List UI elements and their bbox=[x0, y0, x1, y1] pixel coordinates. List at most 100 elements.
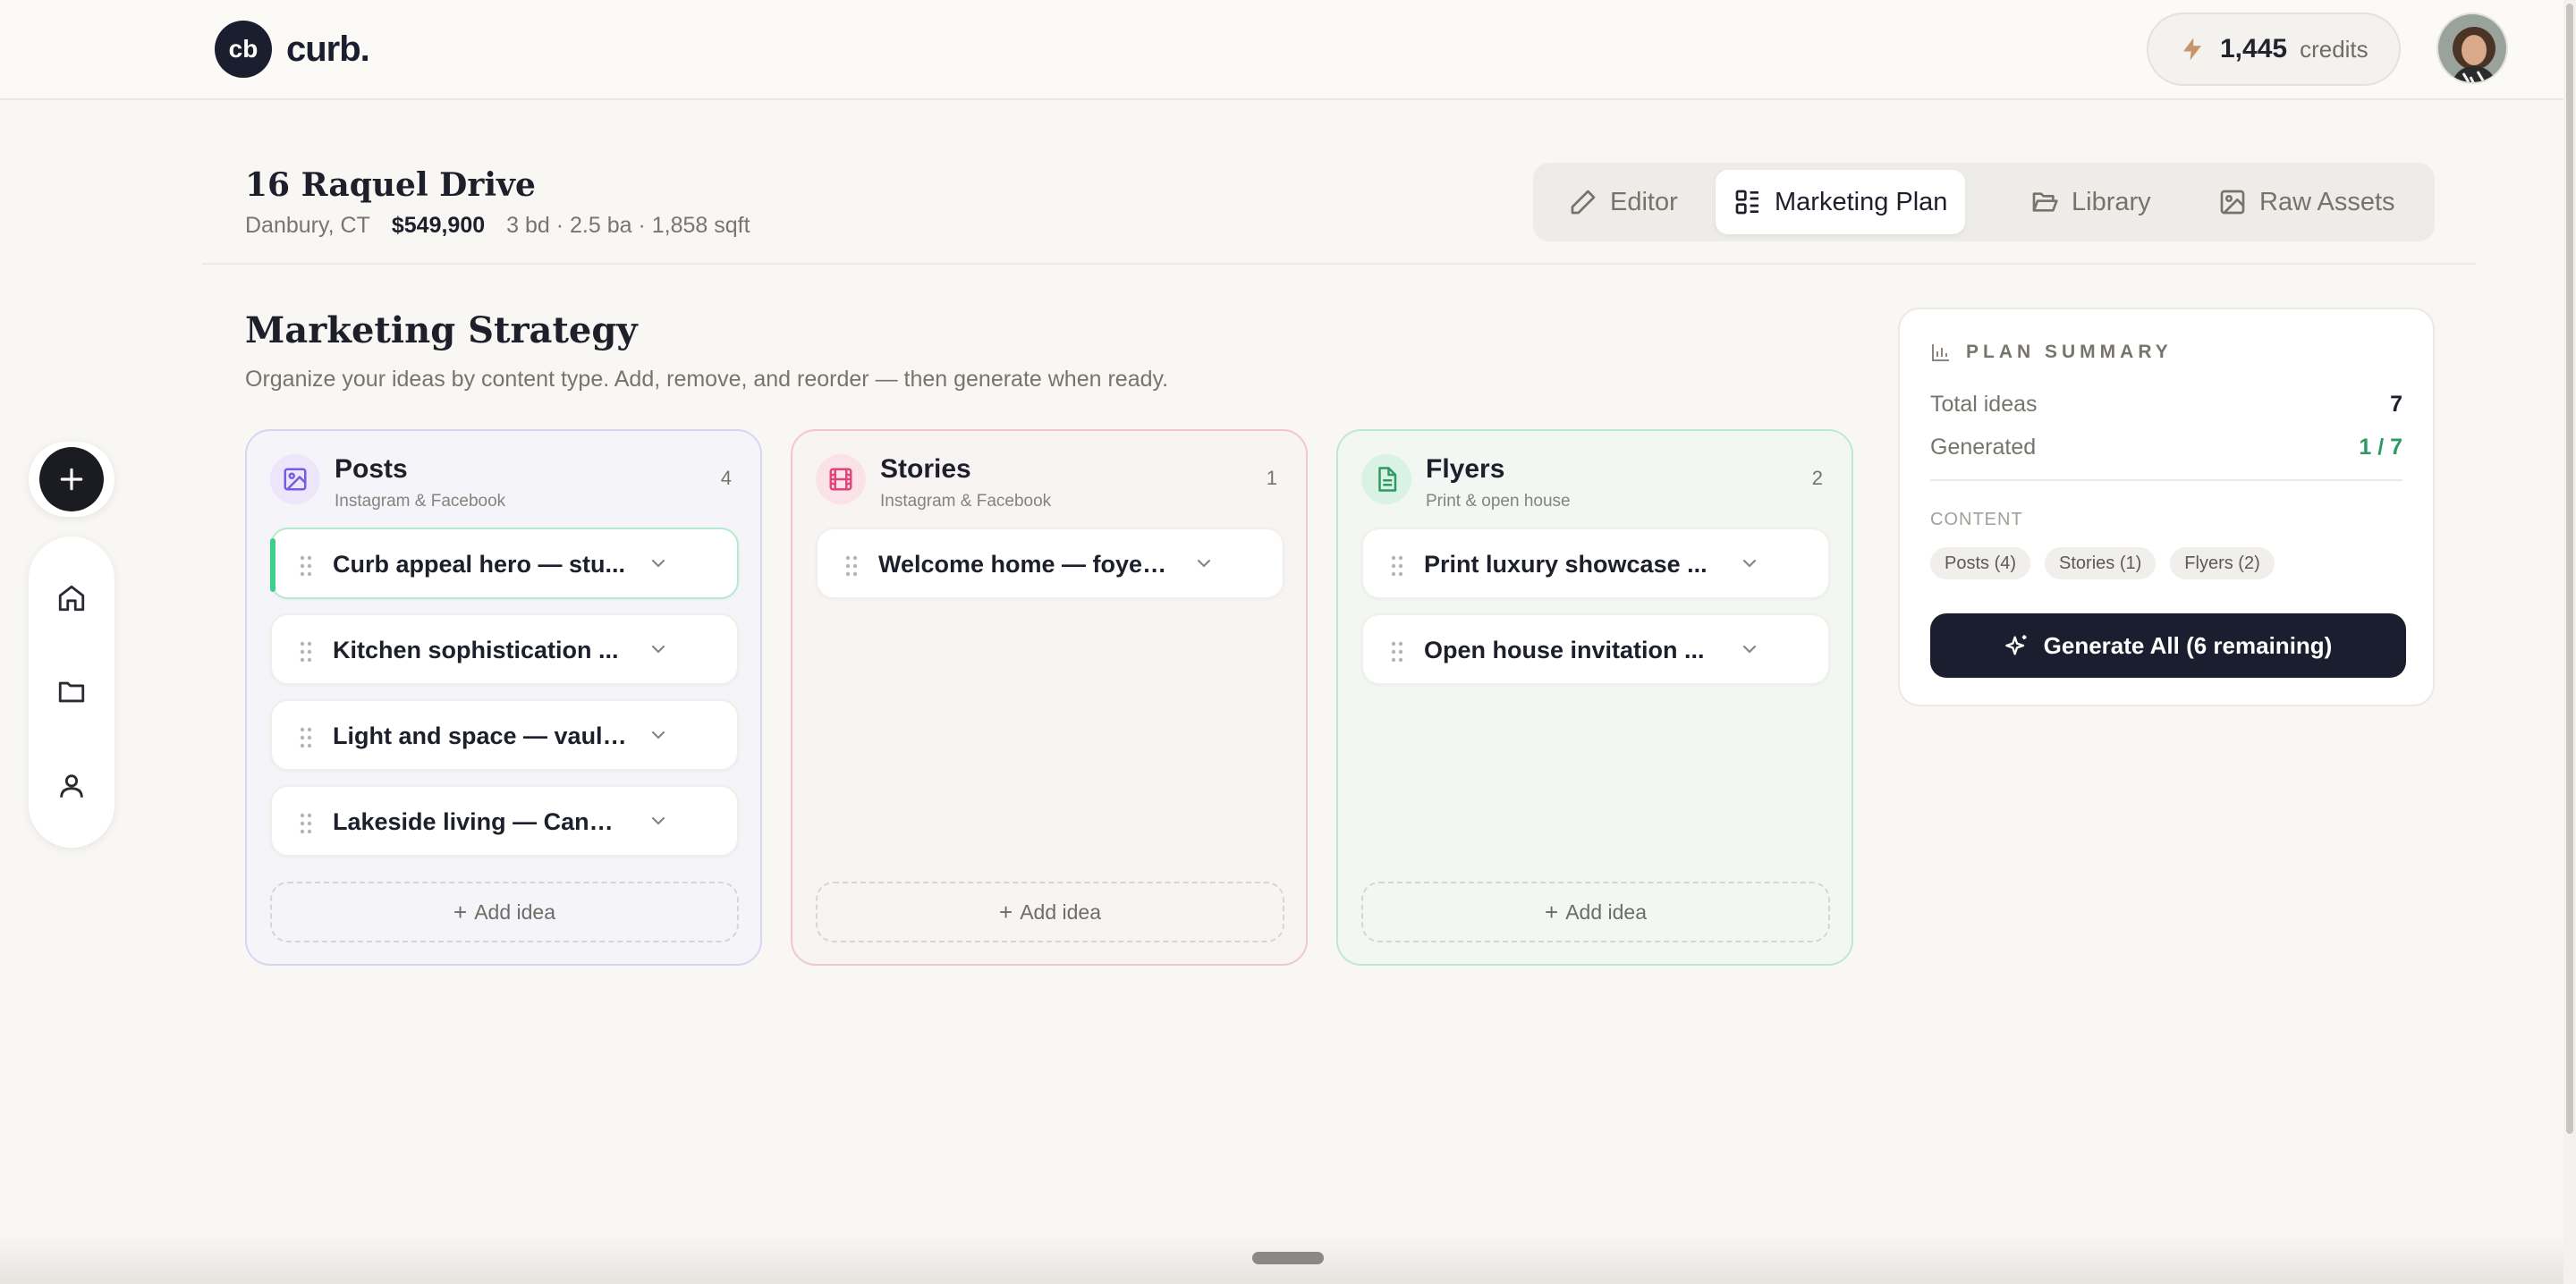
plan-summary-card: PLAN SUMMARY Total ideas 7 Generated 1 /… bbox=[1898, 308, 2435, 706]
tab-label: Raw Assets bbox=[2259, 187, 2395, 216]
add-idea-button[interactable]: + Add idea bbox=[1361, 882, 1830, 942]
idea-title: Open house invitation ... bbox=[1424, 637, 1705, 663]
tab-raw-assets[interactable]: Raw Assets bbox=[2200, 170, 2413, 234]
content-label: CONTENT bbox=[1930, 510, 2023, 529]
layout-list-icon bbox=[1735, 190, 1758, 215]
total-ideas-value: 7 bbox=[2390, 392, 2402, 417]
drag-handle-icon[interactable] bbox=[299, 554, 313, 578]
chevron-down-icon[interactable] bbox=[648, 810, 669, 832]
idea-card[interactable]: Welcome home — foyer ... bbox=[816, 528, 1284, 599]
folder-button[interactable] bbox=[50, 671, 93, 714]
add-idea-label: Add idea bbox=[1565, 900, 1647, 924]
column-title: Flyers bbox=[1426, 454, 1505, 484]
credits-label: credits bbox=[2300, 35, 2368, 63]
tab-label: Library bbox=[2072, 187, 2151, 216]
profile-button[interactable] bbox=[50, 764, 93, 807]
column-title: Posts bbox=[335, 454, 408, 484]
image-icon bbox=[270, 454, 320, 504]
scrollbar[interactable] bbox=[2563, 0, 2576, 1284]
column-header: Stories Instagram & Facebook 1 bbox=[816, 454, 1283, 511]
user-avatar[interactable] bbox=[2436, 13, 2508, 84]
content-chips: Posts (4) Stories (1) Flyers (2) bbox=[1930, 547, 2289, 579]
home-button[interactable] bbox=[50, 577, 93, 620]
summary-divider bbox=[1930, 479, 2402, 481]
credits-value: 1,445 bbox=[2220, 34, 2288, 63]
chevron-down-icon[interactable] bbox=[648, 638, 669, 660]
pencil-icon bbox=[1571, 190, 1596, 215]
side-dock bbox=[29, 536, 114, 848]
home-indicator[interactable] bbox=[1252, 1252, 1324, 1264]
idea-card[interactable]: Curb appeal hero — stu... bbox=[270, 528, 739, 599]
idea-title: Print luxury showcase ... bbox=[1424, 551, 1707, 578]
column-header: Flyers Print & open house 2 bbox=[1361, 454, 1828, 511]
property-meta: Danbury, CT $549,900 3 bd · 2.5 ba · 1,8… bbox=[245, 213, 750, 239]
create-button[interactable] bbox=[29, 442, 114, 517]
property-city: Danbury, CT bbox=[245, 213, 370, 238]
drag-handle-icon[interactable] bbox=[844, 554, 859, 578]
plus-icon: + bbox=[999, 898, 1013, 925]
home-icon bbox=[58, 585, 85, 612]
top-bar: cb curb. 1,445 credits bbox=[0, 0, 2576, 100]
tab-editor[interactable]: Editor bbox=[1551, 170, 1696, 234]
credits-badge[interactable]: 1,445 credits bbox=[2147, 13, 2401, 86]
view-tabs: Editor Marketing Plan Library Raw Assets bbox=[1533, 163, 2435, 241]
property-address: 16 Raquel Drive bbox=[245, 166, 536, 204]
tab-library[interactable]: Library bbox=[2012, 170, 2169, 234]
column-description: Print & open house bbox=[1426, 492, 1571, 511]
idea-card[interactable]: Kitchen sophistication ... bbox=[270, 613, 739, 685]
avatar-image bbox=[2438, 14, 2506, 82]
column-flyers: Flyers Print & open house 2 Print luxury… bbox=[1336, 429, 1853, 966]
tab-marketing-plan[interactable]: Marketing Plan bbox=[1716, 170, 1966, 234]
generated-label: Generated bbox=[1930, 435, 2037, 460]
generated-row: Generated 1 / 7 bbox=[1930, 435, 2402, 460]
chip-posts: Posts (4) bbox=[1930, 547, 2031, 579]
strategy-subtitle: Organize your ideas by content type. Add… bbox=[245, 367, 1169, 392]
add-idea-button[interactable]: + Add idea bbox=[270, 882, 739, 942]
logo[interactable]: cb curb. bbox=[215, 21, 370, 78]
scrollbar-thumb[interactable] bbox=[2566, 4, 2573, 1134]
idea-title: Curb appeal hero — stu... bbox=[333, 551, 626, 578]
document-icon bbox=[1361, 454, 1411, 504]
drag-handle-icon[interactable] bbox=[1390, 554, 1404, 578]
drag-handle-icon[interactable] bbox=[1390, 640, 1404, 663]
strategy-title: Marketing Strategy bbox=[245, 309, 638, 351]
property-price: $549,900 bbox=[391, 213, 486, 238]
column-header: Posts Instagram & Facebook 4 bbox=[270, 454, 737, 511]
column-posts: Posts Instagram & Facebook 4 Curb appeal… bbox=[245, 429, 762, 966]
column-title: Stories bbox=[880, 454, 971, 484]
idea-title: Welcome home — foyer ... bbox=[878, 551, 1174, 578]
summary-header: PLAN SUMMARY bbox=[1930, 342, 2173, 363]
plus-icon: + bbox=[1545, 898, 1559, 925]
column-stories: Stories Instagram & Facebook 1 Welcome h… bbox=[791, 429, 1308, 966]
chevron-down-icon[interactable] bbox=[1193, 553, 1215, 574]
drag-handle-icon[interactable] bbox=[299, 812, 313, 835]
idea-card[interactable]: Lakeside living — Candl... bbox=[270, 785, 739, 857]
user-icon bbox=[60, 774, 83, 798]
total-ideas-label: Total ideas bbox=[1930, 392, 2038, 417]
chevron-down-icon[interactable] bbox=[648, 553, 669, 574]
bar-chart-icon bbox=[1932, 344, 1949, 361]
logo-mark: cb bbox=[215, 21, 272, 78]
drag-handle-icon[interactable] bbox=[299, 726, 313, 749]
summary-title: PLAN SUMMARY bbox=[1966, 342, 2173, 362]
chevron-down-icon[interactable] bbox=[1739, 553, 1760, 574]
idea-card[interactable]: Open house invitation ... bbox=[1361, 613, 1830, 685]
folder-icon bbox=[58, 681, 85, 703]
idea-card[interactable]: Print luxury showcase ... bbox=[1361, 528, 1830, 599]
add-idea-button[interactable]: + Add idea bbox=[816, 882, 1284, 942]
header-divider bbox=[202, 263, 2476, 265]
column-count: 4 bbox=[720, 467, 732, 489]
sparkles-icon bbox=[2004, 635, 2027, 655]
generated-value: 1 / 7 bbox=[2359, 435, 2402, 460]
generate-all-label: Generate All (6 remaining) bbox=[2043, 631, 2333, 659]
column-description: Instagram & Facebook bbox=[335, 492, 506, 511]
idea-card[interactable]: Light and space — vault... bbox=[270, 699, 739, 771]
property-specs: 3 bd · 2.5 ba · 1,858 sqft bbox=[506, 213, 750, 238]
bolt-icon bbox=[2183, 38, 2201, 61]
drag-handle-icon[interactable] bbox=[299, 640, 313, 663]
tab-label: Editor bbox=[1610, 187, 1678, 216]
chevron-down-icon[interactable] bbox=[1739, 638, 1760, 660]
generate-all-button[interactable]: Generate All (6 remaining) bbox=[1930, 613, 2406, 678]
chevron-down-icon[interactable] bbox=[648, 724, 669, 746]
idea-title: Lakeside living — Candl... bbox=[333, 808, 628, 835]
